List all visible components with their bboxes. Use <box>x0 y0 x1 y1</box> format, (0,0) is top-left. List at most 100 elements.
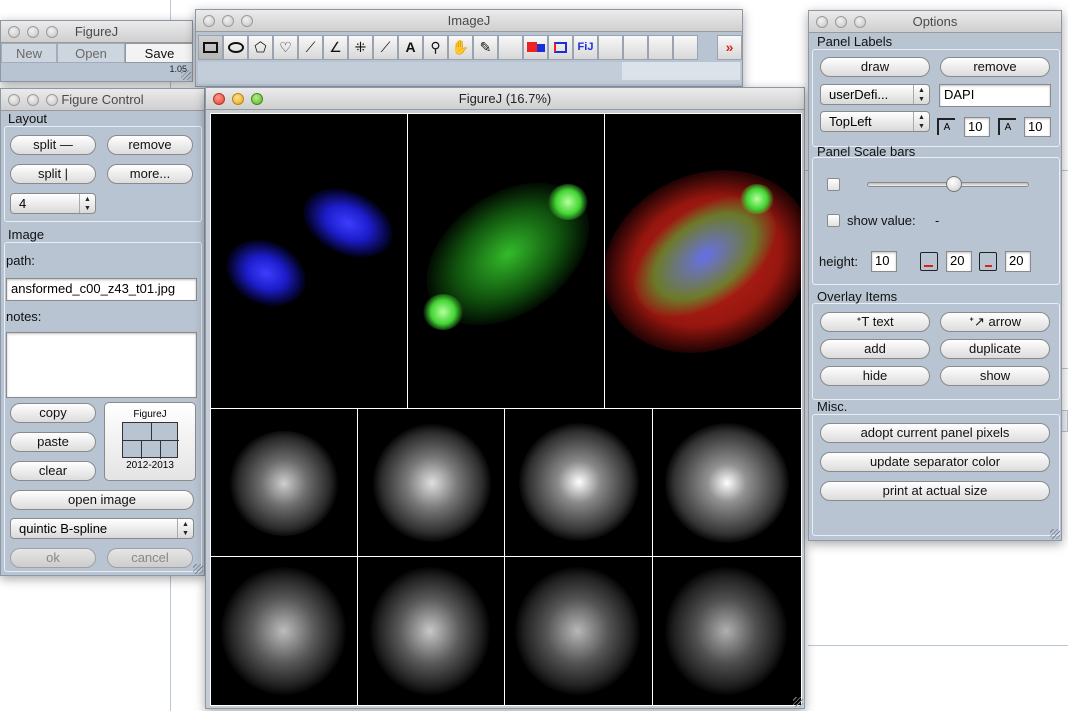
label-text-field[interactable]: DAPI <box>939 84 1051 107</box>
figurej-main-titlebar[interactable]: FigureJ <box>1 21 192 43</box>
remove-panel-button[interactable]: remove <box>107 135 193 155</box>
minimize-icon[interactable] <box>27 26 39 38</box>
remove-label-button[interactable]: remove <box>940 57 1050 77</box>
tab-open[interactable]: Open <box>57 43 125 63</box>
zoom-icon[interactable] <box>854 16 866 28</box>
resize-handle[interactable] <box>181 70 191 80</box>
hand-tool-icon[interactable]: ✋ <box>448 35 473 60</box>
close-icon[interactable] <box>8 94 20 106</box>
close-icon[interactable] <box>213 93 225 105</box>
label-position-select[interactable]: TopLeft ▲ ▼ <box>820 111 930 132</box>
scale-bar-height-field[interactable]: 10 <box>871 251 897 272</box>
figure-canvas[interactable] <box>210 113 802 706</box>
cancel-button[interactable]: cancel <box>107 548 193 568</box>
minimize-icon[interactable] <box>232 93 244 105</box>
resize-handle[interactable] <box>193 564 203 574</box>
scale-bar-y-offset-field[interactable]: 20 <box>1005 251 1031 272</box>
zoom-icon[interactable] <box>251 93 263 105</box>
color-picker-tool-icon[interactable] <box>523 35 548 60</box>
zoom-icon[interactable] <box>46 26 58 38</box>
minimize-icon[interactable] <box>27 94 39 106</box>
panel-tubulin[interactable] <box>408 114 604 408</box>
clear-button[interactable]: clear <box>10 461 96 481</box>
label-x-offset-field[interactable]: 10 <box>964 117 990 137</box>
more-tools-icon[interactable]: » <box>717 35 742 60</box>
minimize-icon[interactable] <box>835 16 847 28</box>
interpolation-select[interactable]: quintic B-spline ▲ ▼ <box>10 518 194 539</box>
show-value-checkbox[interactable] <box>827 214 840 227</box>
text-overlay-button[interactable]: ᐩT text <box>820 312 930 332</box>
resize-handle[interactable] <box>793 697 803 707</box>
oval-tool-icon[interactable] <box>223 35 248 60</box>
cell-glow <box>229 431 339 536</box>
more-options-button[interactable]: more... <box>107 164 193 184</box>
hide-overlay-button[interactable]: hide <box>820 366 930 386</box>
label-type-select[interactable]: userDefi... ▲ ▼ <box>820 84 930 105</box>
figurej-tool-icon[interactable]: FiJ <box>573 35 598 60</box>
add-overlay-button[interactable]: add <box>820 339 930 359</box>
rectangle-tool-icon[interactable] <box>198 35 223 60</box>
draw-label-button[interactable]: draw <box>820 57 930 77</box>
stepper-arrows-icon[interactable]: ▲ ▼ <box>913 85 929 104</box>
ok-button[interactable]: ok <box>10 548 96 568</box>
stepper-arrows-icon[interactable]: ▲ ▼ <box>177 519 193 538</box>
panel-kinetochore-2[interactable] <box>358 409 504 556</box>
minimize-icon[interactable] <box>222 15 234 27</box>
wand-tool-icon[interactable]: ⟋ <box>373 35 398 60</box>
paste-button[interactable]: paste <box>10 432 96 452</box>
panel-kinetochore-6[interactable] <box>358 557 504 705</box>
imagej-titlebar[interactable]: ImageJ <box>196 10 742 32</box>
open-image-button[interactable]: open image <box>10 490 194 510</box>
arrow-overlay-button[interactable]: ᐩ↗ arrow <box>940 312 1050 332</box>
close-icon[interactable] <box>8 26 20 38</box>
panel-kinetochore-8[interactable] <box>653 557 801 705</box>
adopt-pixels-button[interactable]: adopt current panel pixels <box>820 423 1050 443</box>
split-vertical-button[interactable]: split | <box>10 164 96 184</box>
panel-kinetochore-4[interactable] <box>653 409 801 556</box>
figurej-logo-thumbnail: FigureJ 2012-2013 <box>104 402 196 481</box>
stepper-arrows-icon[interactable]: ▲ ▼ <box>79 194 95 213</box>
label-y-offset-field[interactable]: 10 <box>1024 117 1051 137</box>
tab-new[interactable]: New <box>1 43 57 63</box>
path-field[interactable]: ansformed_c00_z43_t01.jpg <box>6 278 197 301</box>
options-titlebar[interactable]: Options <box>809 11 1061 33</box>
path-label: path: <box>6 253 35 268</box>
split-horizontal-button[interactable]: split — <box>10 135 96 155</box>
angle-tool-icon[interactable]: ∠ <box>323 35 348 60</box>
figure-control-titlebar[interactable]: Figure Control <box>1 89 204 111</box>
panel-kinetochore-1[interactable] <box>211 409 357 556</box>
panel-tool-icon[interactable] <box>548 35 573 60</box>
panel-kinetochore-5[interactable] <box>211 557 357 705</box>
freehand-tool-icon[interactable]: ♡ <box>273 35 298 60</box>
panel-kinetochore-7[interactable] <box>505 557 652 705</box>
point-tool-icon[interactable]: ⁜ <box>348 35 373 60</box>
notes-textarea[interactable] <box>6 332 197 398</box>
panel-merge[interactable] <box>605 114 801 408</box>
close-icon[interactable] <box>816 16 828 28</box>
line-tool-icon[interactable]: ⟋ <box>298 35 323 60</box>
tab-save[interactable]: Save <box>125 43 192 63</box>
logo-grid-icon <box>122 422 179 459</box>
text-tool-icon[interactable]: A <box>398 35 423 60</box>
update-separator-color-button[interactable]: update separator color <box>820 452 1050 472</box>
panel-dapi[interactable] <box>211 114 407 408</box>
window-title: Figure Control <box>61 92 144 107</box>
duplicate-overlay-button[interactable]: duplicate <box>940 339 1050 359</box>
polygon-tool-icon[interactable]: ⬠ <box>248 35 273 60</box>
zoom-icon[interactable] <box>46 94 58 106</box>
figure-window-titlebar[interactable]: FigureJ (16.7%) <box>206 88 804 110</box>
zoom-icon[interactable] <box>241 15 253 27</box>
panel-kinetochore-3[interactable] <box>505 409 652 556</box>
copy-button[interactable]: copy <box>10 403 96 423</box>
magnifier-tool-icon[interactable]: ⚲ <box>423 35 448 60</box>
dropper-tool-icon[interactable]: ✎ <box>473 35 498 60</box>
close-icon[interactable] <box>203 15 215 27</box>
scale-bar-x-offset-field[interactable]: 20 <box>946 251 972 272</box>
blank-tool-slot <box>598 35 623 60</box>
split-count-select[interactable]: 4 ▲ ▼ <box>10 193 96 214</box>
stepper-arrows-icon[interactable]: ▲ ▼ <box>913 112 929 131</box>
scale-bar-checkbox[interactable] <box>827 178 840 191</box>
resize-handle[interactable] <box>1050 529 1060 539</box>
show-overlay-button[interactable]: show <box>940 366 1050 386</box>
print-actual-size-button[interactable]: print at actual size <box>820 481 1050 501</box>
